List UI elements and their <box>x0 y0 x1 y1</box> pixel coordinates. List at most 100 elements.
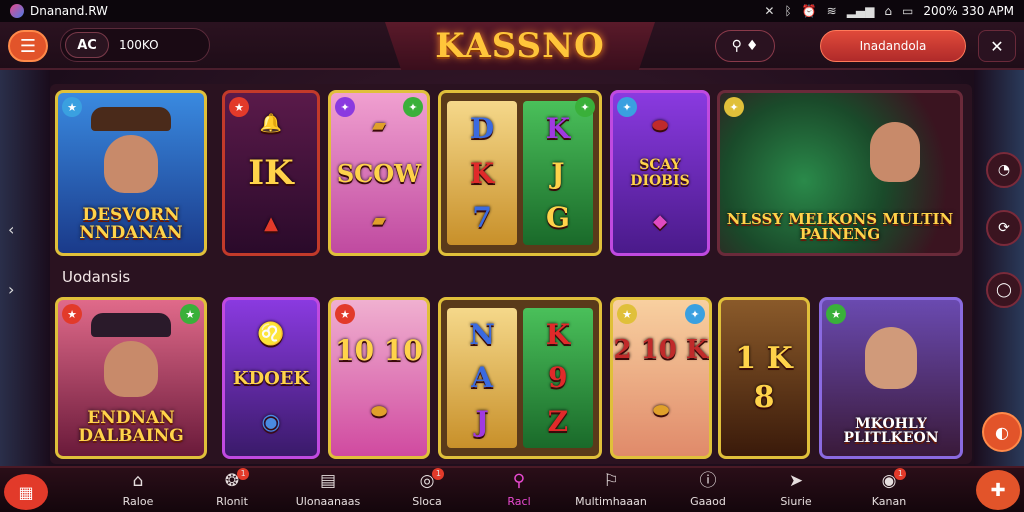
game-card[interactable]: ★ ★ ENDNAN DALBAING <box>55 297 207 459</box>
badge-icon: ★ <box>335 304 355 324</box>
nav-item-siurie[interactable]: ➤ Siurie <box>751 470 841 508</box>
nav-item-raloe[interactable]: ⌂ Raloe <box>93 470 183 508</box>
screenshot-icon: ⌂ <box>884 4 893 18</box>
card-art: 1 K 8 <box>721 300 807 456</box>
status-icons: ✕ ᛒ ⏰ ≋ ▂▄▆ ⌂ ▭ 200% 330 APM <box>764 4 1014 18</box>
reel-column: K 9 Z <box>523 307 593 449</box>
fab-add-button[interactable]: ✚ <box>976 470 1020 510</box>
badge-icon: ✦ <box>575 97 595 117</box>
chat-bubble-button[interactable]: ◔ <box>986 152 1022 188</box>
chip-icon: ❂ 1 <box>225 468 250 492</box>
nav-label: Racl <box>507 495 531 508</box>
close-icon: ✕ <box>764 4 775 18</box>
character-art <box>104 135 158 194</box>
wifi-icon: ≋ <box>826 4 837 18</box>
chevron-left-icon[interactable]: ‹ <box>8 220 14 239</box>
game-card[interactable]: ★ 🔔 IK ▲ <box>222 90 320 256</box>
gift-icon: ♦ <box>745 38 759 54</box>
logo-banner: KASSNO <box>385 22 655 70</box>
top-header: ☰ AC 100KO KASSNO ⚲ ♦ Inadandola ✕ <box>0 22 1024 70</box>
bottom-nav: ▦ ⌂ Raloe ❂ 1 Rlonit ▤ Ulonaanaas ◎ 1 Sloc… <box>0 466 1024 512</box>
nav-label: Multimhaaan <box>575 495 647 508</box>
badge-icon: ✦ <box>335 97 355 117</box>
badge-icon: ★ <box>62 97 82 117</box>
battery-icon: ▭ <box>902 4 914 18</box>
reel-symbol: K <box>545 112 571 146</box>
balance-text: 100KO <box>119 38 159 52</box>
game-card[interactable]: 1 K 8 <box>718 297 810 459</box>
badge-icon: ✦ <box>403 97 423 117</box>
status-right-text: 200% 330 APM <box>923 4 1014 18</box>
nav-item-rlonit[interactable]: ❂ 1 Rlonit <box>187 468 277 508</box>
nav-item-sloca[interactable]: ◎ 1 Sloca <box>382 468 472 508</box>
game-title: SCAY DIOBIS <box>630 157 690 189</box>
cta-button[interactable]: Inadandola <box>820 30 966 62</box>
alarm-icon: ⏰ <box>801 4 817 18</box>
support-button[interactable]: ⟳ <box>986 210 1022 246</box>
game-card[interactable]: N A J K 9 Z <box>438 297 602 459</box>
spin-icon: ◎ 1 <box>420 468 445 492</box>
game-card[interactable]: ★ MKOHLY PLITLKEON <box>819 297 963 459</box>
refresh-icon: ◐ <box>995 422 1009 442</box>
reel-column: N A J <box>447 307 517 449</box>
message-button[interactable]: ◯ <box>986 272 1022 308</box>
badge-icon: ✦ <box>617 97 637 117</box>
nav-item-racl[interactable]: ⚲ Racl <box>474 470 564 508</box>
nav-item-gaaod[interactable]: ⓘ Gaaod <box>663 470 753 508</box>
calendar-icon: ▤ <box>319 471 337 491</box>
hat-art <box>91 107 171 132</box>
game-title: SCOW <box>336 158 422 188</box>
game-title: NLSSY MELKONS MULTIN PAINENG <box>726 209 954 244</box>
coin-icon: ⬬ <box>653 400 669 422</box>
lion-icon: ♌ <box>257 320 285 347</box>
nav-label: Gaaod <box>690 495 726 508</box>
reel-symbol: A <box>471 361 493 395</box>
reel-symbol: K <box>545 318 571 352</box>
game-card[interactable]: ✦ D K 7 K J G <box>438 90 602 256</box>
character-art <box>104 340 158 397</box>
chat-icon: ◔ <box>997 162 1011 178</box>
gold-bar-icon: ▰ <box>372 209 386 231</box>
game-card[interactable]: ✦ ⬬ SCAY DIOBIS ◆ <box>610 90 710 256</box>
game-card[interactable]: ★ ✦ 2 10 K ⬬ <box>610 297 712 459</box>
character-art <box>870 122 920 183</box>
game-card[interactable]: ✦ ✦ ▰ SCOW ▰ <box>328 90 430 256</box>
reel-symbol: D <box>469 112 495 146</box>
user-balance-pill[interactable]: AC 100KO <box>60 28 210 62</box>
reel-symbol: N <box>469 318 495 352</box>
notification-badge: 1 <box>894 468 907 480</box>
right-rail <box>974 70 1024 466</box>
nav-item-ulonaanaas[interactable]: ▤ Ulonaanaas <box>283 470 373 508</box>
tools-button[interactable]: ✕ <box>978 30 1016 62</box>
game-card[interactable]: ★ DESVORN NNDANAN <box>55 90 207 256</box>
card-art: ▰ SCOW ▰ <box>331 93 427 253</box>
reel-column: K J G <box>523 101 593 245</box>
avatar: AC <box>65 32 109 58</box>
reel-symbol: G <box>545 200 570 234</box>
gem-icon: ◉ <box>261 409 281 436</box>
badge-icon: ★ <box>826 304 846 324</box>
target-icon: ◉ 1 <box>882 468 907 492</box>
menu-button[interactable]: ☰ <box>8 30 48 62</box>
status-app-title: Dnanand.RW <box>30 4 108 18</box>
nav-label: Rlonit <box>216 495 248 508</box>
chevron-right-icon[interactable]: › <box>8 280 14 299</box>
badge-icon: ★ <box>617 304 637 324</box>
info-icon: ⓘ <box>699 471 717 491</box>
nav-item-kanan[interactable]: ◉ 1 Kanan <box>844 468 934 508</box>
reel-symbol: J <box>475 404 489 438</box>
reel-symbol: Z <box>547 404 569 438</box>
fab-button[interactable]: ◐ <box>982 412 1022 452</box>
status-bar: Dnanand.RW ✕ ᛒ ⏰ ≋ ▂▄▆ ⌂ ▭ 200% 330 APM <box>0 0 1024 22</box>
reel-column: D K 7 <box>447 101 517 245</box>
nav-item-multimhaaan[interactable]: ⚐ Multimhaaan <box>566 470 656 508</box>
search-icon: ⚲ <box>731 38 742 54</box>
game-title: DESVORN NNDANAN <box>79 205 183 244</box>
game-card[interactable]: ★ 10 10 ⬬ <box>328 297 430 459</box>
search-button[interactable]: ⚲ ♦ <box>715 30 775 62</box>
game-card[interactable]: ♌ KDOEK ◉ <box>222 297 320 459</box>
nav-label: Kanan <box>871 495 907 508</box>
game-card[interactable]: ✦ NLSSY MELKONS MULTIN PAINENG <box>717 90 963 256</box>
badge-icon: ★ <box>62 304 82 324</box>
grid-menu-button[interactable]: ▦ <box>4 474 48 510</box>
